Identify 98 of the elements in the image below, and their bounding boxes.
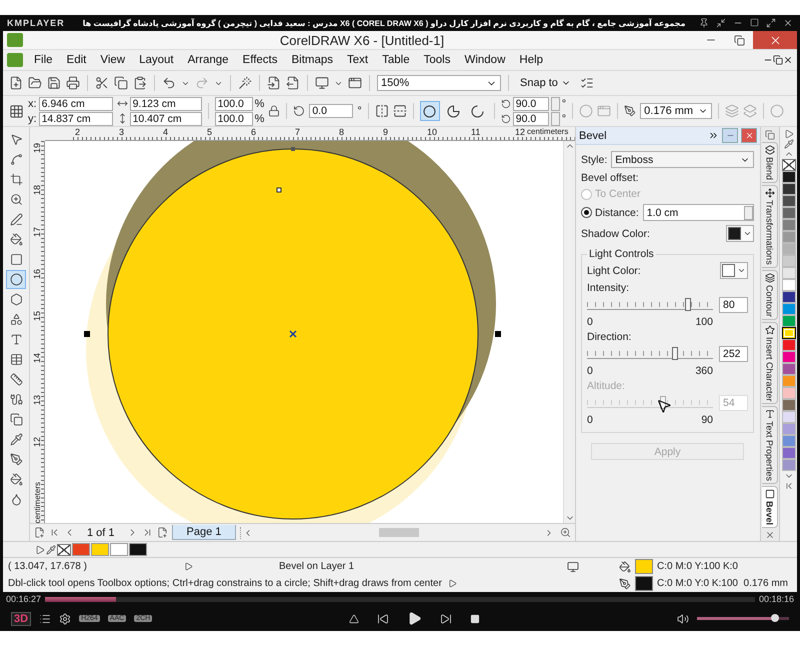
docker-tab[interactable]: Contour: [762, 270, 778, 320]
slider-value-field[interactable]: 80: [719, 297, 748, 313]
selection-info: Bevel on Layer 1: [279, 561, 356, 572]
page-count: 1 of 1: [86, 526, 116, 538]
ruler-label: 14: [32, 353, 42, 366]
slider-label: Direction:: [587, 331, 632, 343]
radio-label: To Center: [595, 188, 641, 200]
page-tab[interactable]: Page 1: [172, 525, 236, 540]
radio-label: Distance:: [595, 206, 639, 218]
menu-item[interactable]: File: [27, 54, 60, 66]
tab-label: Insert Character: [764, 336, 774, 402]
degree-label: °: [562, 112, 566, 124]
ruler-label: 2: [74, 127, 82, 137]
percent-label: %: [254, 98, 264, 110]
menu-item[interactable]: Help: [512, 54, 550, 66]
elapsed-time: 00:16:27: [6, 594, 42, 604]
ruler-label: 4: [162, 127, 170, 137]
slider-max: 360: [695, 365, 713, 377]
slider-max: 100: [695, 316, 713, 328]
light-color-label: Light Color:: [587, 264, 641, 276]
ruler-label: 10: [426, 127, 438, 137]
rotation-field[interactable]: 0.0: [309, 104, 354, 118]
style-dropdown[interactable]: Emboss: [611, 151, 754, 168]
docker-tab[interactable]: Blend: [762, 142, 778, 184]
end-angle-field[interactable]: 90.0: [512, 112, 549, 126]
offset-label: Bevel offset:: [581, 172, 640, 184]
hint-text: Dbl-click tool opens Toolbox options; Ctrl+drag constrains to a circle; Shift+drag draws from center: [8, 578, 442, 589]
ruler-unit: centimeters: [32, 482, 42, 523]
height-field[interactable]: 10.407 cm: [130, 112, 202, 126]
docker-tab[interactable]: Transformations: [762, 185, 778, 268]
group-title: Light Controls: [588, 248, 655, 260]
menu-item[interactable]: Arrange: [180, 54, 236, 66]
menu-item[interactable]: Layout: [132, 54, 181, 66]
window-title: CorelDRAW X6 - [Untitled-1]: [278, 32, 446, 48]
ruler-label: 6: [250, 127, 258, 137]
menu-item[interactable]: Edit: [60, 54, 94, 66]
total-time: 00:18:16: [758, 594, 794, 604]
slider-max: 90: [701, 414, 713, 426]
fill-color-value: C:0 M:0 Y:100 K:0: [657, 561, 738, 572]
degree-label: °: [357, 105, 362, 117]
docker-tab[interactable]: Insert Character: [762, 322, 778, 404]
ruler-unit: centimeters: [527, 127, 568, 137]
slider-label: Intensity:: [587, 282, 630, 294]
slider-min: 0: [587, 316, 593, 328]
ruler-label: 7: [294, 127, 302, 137]
distance-field[interactable]: 1.0 cm: [642, 204, 754, 221]
tab-label: Blend: [764, 157, 774, 180]
degree-label: °: [562, 98, 566, 110]
tab-label: Contour: [764, 284, 774, 317]
tab-label: Text Properties: [764, 421, 774, 482]
ruler-label: 13: [32, 395, 42, 408]
outline-width-dropdown[interactable]: 0.176 mm: [640, 103, 712, 119]
tab-label: Bevel: [764, 501, 774, 526]
shadow-color-label: Shadow Color:: [581, 228, 650, 240]
ruler-label: 18: [32, 185, 42, 198]
docker-title: Bevel: [579, 130, 608, 142]
menu-item[interactable]: Tools: [416, 54, 458, 66]
3d-button[interactable]: 3D: [11, 612, 32, 626]
style-label: Style:: [581, 154, 608, 166]
x-field[interactable]: 6.946 cm: [38, 96, 113, 110]
ruler-label: 12: [514, 127, 526, 137]
menu-item[interactable]: View: [93, 54, 132, 66]
ruler-label: 8: [338, 127, 346, 137]
y-field[interactable]: 14.837 cm: [38, 112, 113, 126]
ruler-label: 15: [32, 311, 42, 324]
zoom-dropdown[interactable]: 150%: [377, 75, 501, 91]
scale-field[interactable]: 100.0: [214, 112, 253, 126]
ruler-label: 12: [32, 437, 42, 450]
cursor-coordinates: ( 13.047, 17.678 ): [8, 561, 88, 572]
y-label: y:: [28, 112, 37, 124]
outline-value: C:0 M:0 Y:0 K:100 0.176 mm: [657, 578, 788, 589]
ruler-label: 9: [382, 127, 390, 137]
slider-value-field[interactable]: 252: [719, 346, 748, 362]
percent-label: %: [254, 112, 264, 124]
scale-field[interactable]: 100.0: [214, 96, 253, 110]
menu-item[interactable]: Table: [375, 54, 417, 66]
ruler-label: 3: [118, 127, 126, 137]
ruler-label: 5: [206, 127, 214, 137]
slider-label: Altitude:: [587, 380, 626, 392]
ruler-label: 11: [470, 127, 482, 137]
video-title: مجموعه آموزشی جامع ، گام به گام و کاربردی نرم افزار کارل دراو X6 ( COREL DRAW X6 ) مدرس : سعید فدایی ( تیچرمن ) گروه آموزشی پادشاه گرافیست ها: [82, 18, 686, 28]
ruler-label: 19: [32, 143, 42, 156]
width-field[interactable]: 9.123 cm: [130, 96, 202, 110]
snap-button[interactable]: Snap to: [516, 77, 575, 89]
menu-item[interactable]: Window: [457, 54, 512, 66]
ruler-label: 16: [32, 269, 42, 282]
x-label: x:: [28, 98, 37, 110]
player-logo: KMPLAYER: [7, 18, 66, 28]
menu-item[interactable]: Effects: [236, 54, 284, 66]
docker-tab[interactable]: Bevel: [762, 486, 778, 528]
slider-min: 0: [587, 365, 593, 377]
start-angle-field[interactable]: 90.0: [512, 96, 549, 110]
slider-min: 0: [587, 414, 593, 426]
tab-label: Transformations: [764, 200, 774, 265]
menu-item[interactable]: Bitmaps: [284, 54, 340, 66]
ruler-label: 17: [32, 227, 42, 240]
docker-tab[interactable]: Text Properties: [762, 406, 778, 484]
menu-item[interactable]: Text: [340, 54, 376, 66]
